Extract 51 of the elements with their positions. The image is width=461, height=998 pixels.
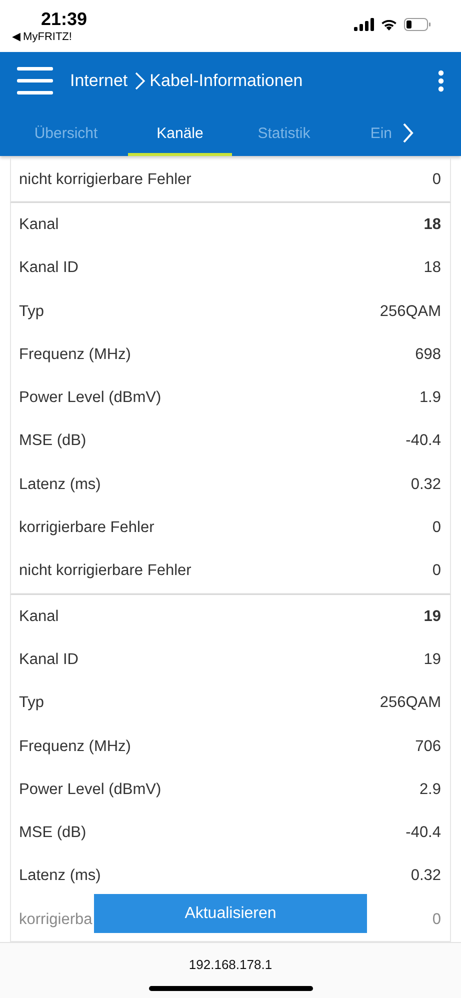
row-value: 0.32 bbox=[410, 867, 441, 886]
row-label: korrigierba bbox=[19, 910, 92, 929]
row-value: 706 bbox=[415, 738, 441, 756]
row-value: 0 bbox=[432, 562, 441, 580]
home-indicator[interactable] bbox=[148, 986, 312, 991]
row-value: 0 bbox=[432, 519, 441, 538]
address-text[interactable]: 192.168.178.1 bbox=[188, 957, 272, 972]
row-label: Power Level (dBmV) bbox=[19, 780, 162, 799]
row-label: Kanal bbox=[19, 608, 59, 626]
row-label: Latenz (ms) bbox=[19, 476, 101, 494]
row-label: korrigierbare Fehler bbox=[19, 519, 154, 538]
page-title: Kabel-Informationen bbox=[150, 71, 303, 91]
status-time: 21:39 bbox=[41, 8, 88, 30]
row-label: nicht korrigierbare Fehler bbox=[19, 170, 192, 189]
row-label: Kanal ID bbox=[19, 650, 78, 669]
row-value: 2.9 bbox=[419, 780, 441, 799]
row-value: 0.32 bbox=[410, 476, 441, 494]
chevron-icon bbox=[134, 71, 146, 91]
tab[interactable]: Kanäle bbox=[128, 110, 232, 156]
breadcrumb-link[interactable]: Internet bbox=[70, 71, 128, 91]
row-label: MSE (dB) bbox=[19, 824, 86, 842]
row-label: Kanal bbox=[19, 216, 59, 234]
row-label: Typ bbox=[19, 694, 44, 712]
more-icon bbox=[438, 70, 444, 92]
row-value: -40.4 bbox=[406, 432, 441, 450]
row-label: Typ bbox=[19, 302, 44, 321]
menu-icon bbox=[17, 67, 53, 95]
row-value: 19 bbox=[424, 608, 441, 626]
row-label: Kanal ID bbox=[19, 259, 78, 278]
row-value: 256QAM bbox=[380, 302, 441, 321]
row-value: 18 bbox=[424, 259, 441, 278]
back-link[interactable]: ◀ MyFRITZ! bbox=[12, 30, 88, 44]
chevron-right-icon bbox=[402, 122, 414, 144]
row-label: MSE (dB) bbox=[19, 432, 86, 450]
wifi-icon bbox=[380, 18, 398, 31]
row-value: 0 bbox=[432, 170, 441, 189]
row-value: 18 bbox=[424, 216, 441, 234]
row-value: 0 bbox=[432, 910, 441, 929]
row-label: Latenz (ms) bbox=[19, 867, 101, 886]
signal-icon bbox=[354, 18, 374, 31]
row-label: Frequenz (MHz) bbox=[19, 738, 131, 756]
battery-icon bbox=[404, 18, 431, 31]
row-value: -40.4 bbox=[406, 824, 441, 842]
row-value: 256QAM bbox=[380, 694, 441, 712]
refresh-button[interactable]: Aktualisieren bbox=[94, 894, 367, 933]
row-value: 698 bbox=[415, 346, 441, 364]
row-label: Frequenz (MHz) bbox=[19, 346, 131, 364]
row-label: nicht korrigierbare Fehler bbox=[19, 562, 192, 580]
row-label: Power Level (dBmV) bbox=[19, 389, 162, 408]
row-value: 1.9 bbox=[419, 389, 441, 408]
row-value: 19 bbox=[424, 650, 441, 669]
